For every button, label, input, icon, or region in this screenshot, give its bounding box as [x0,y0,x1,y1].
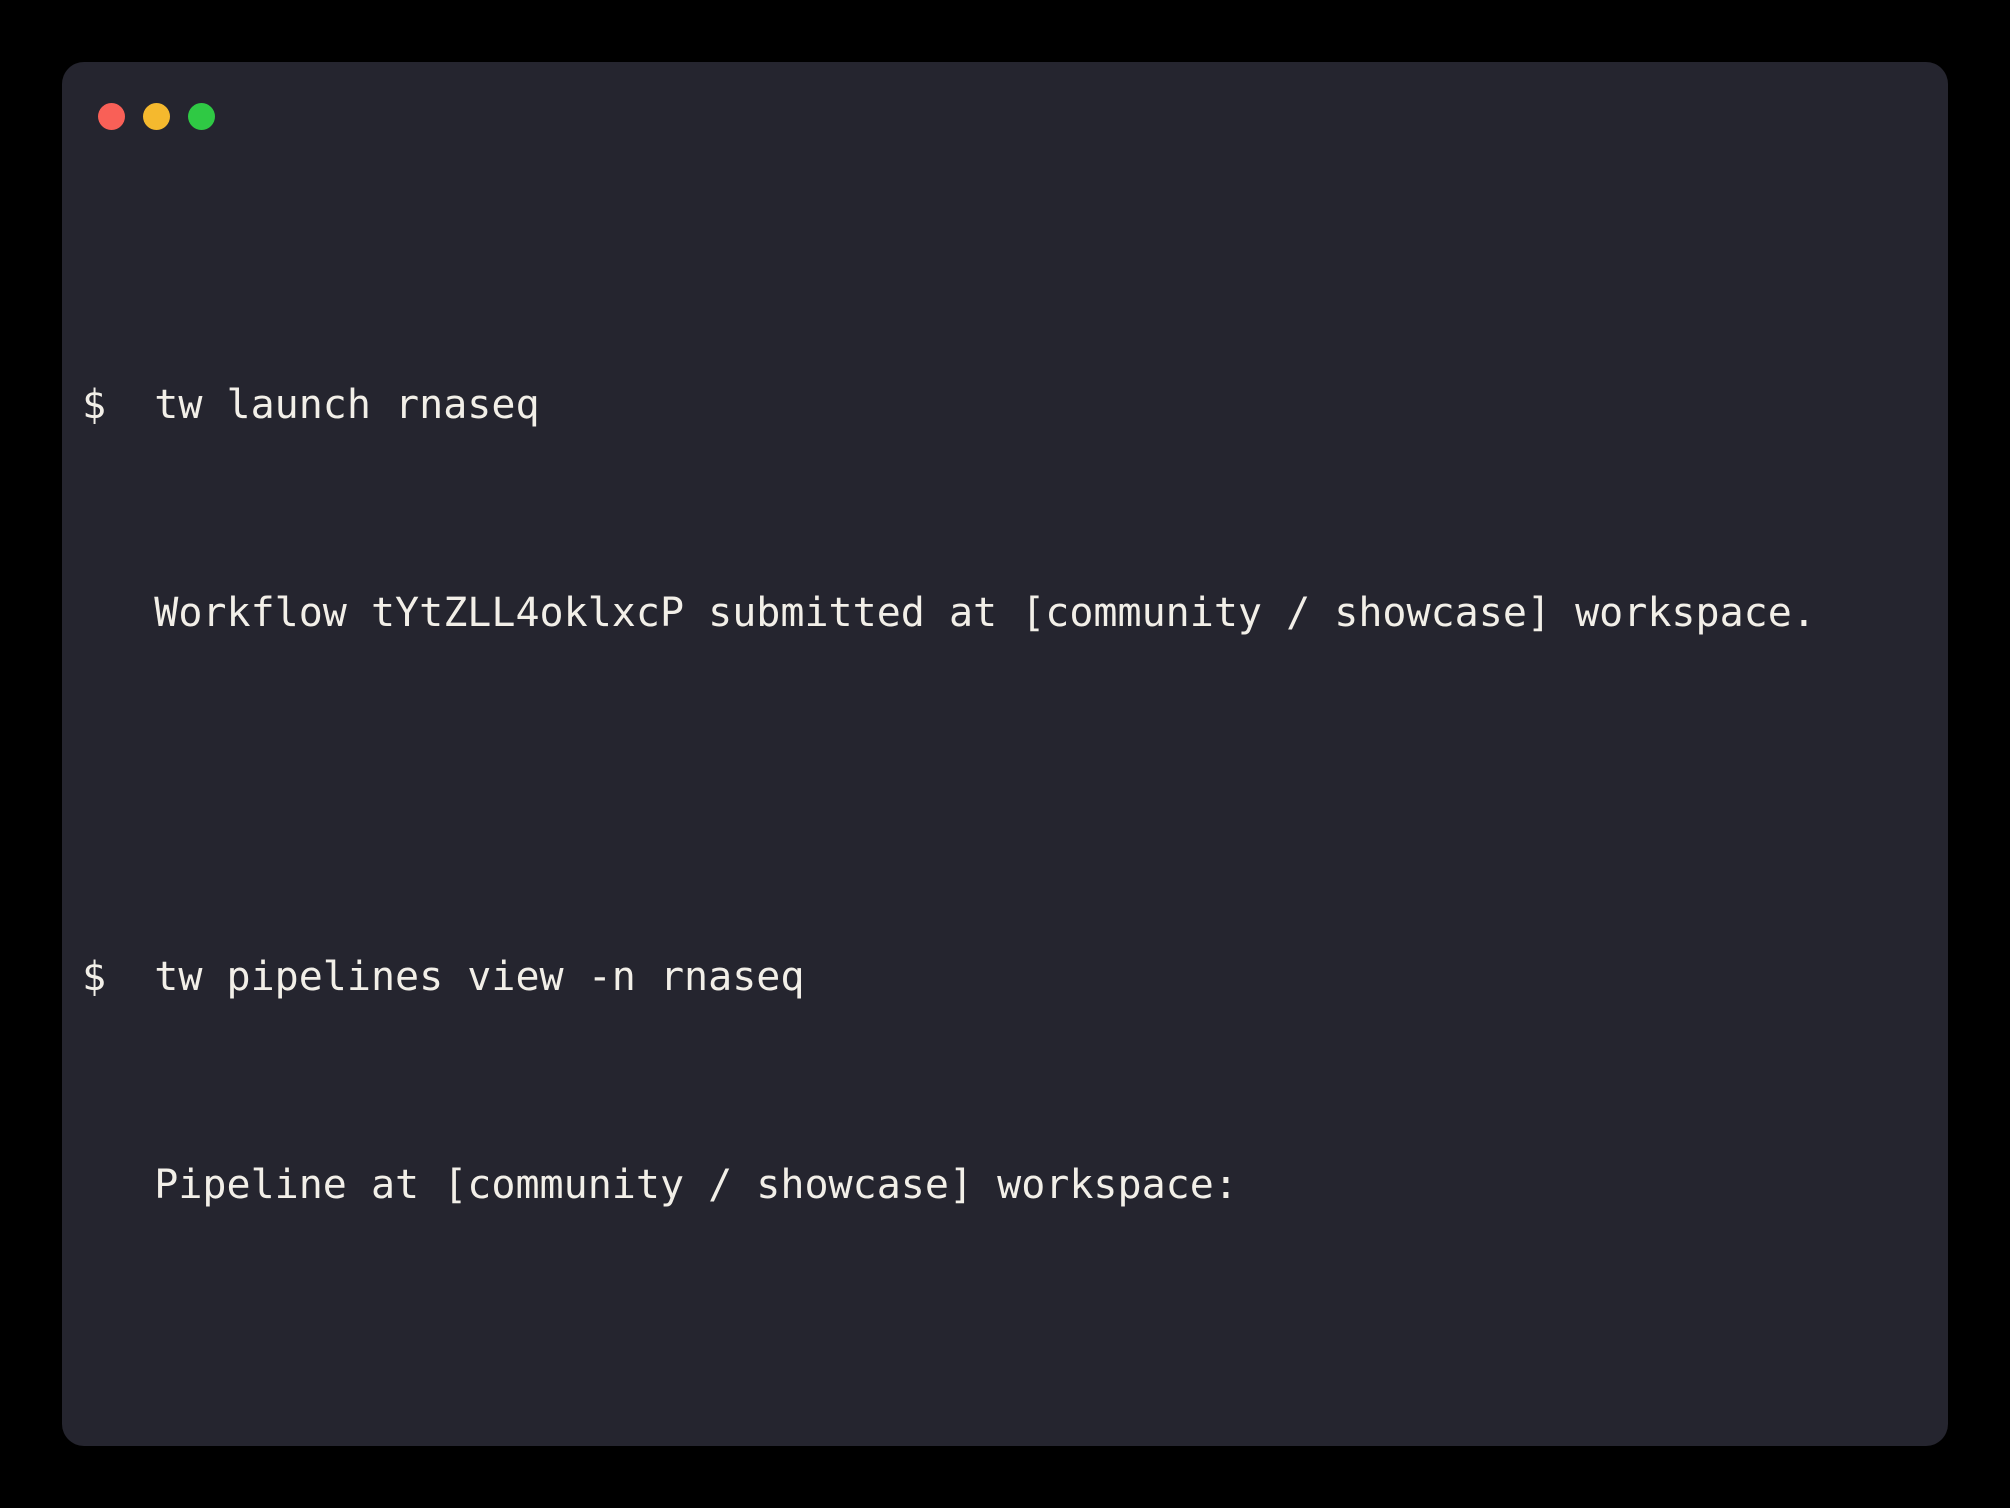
window-controls [98,102,1908,130]
terminal-window: $tw launch rnaseq Workflow tYtZLL4oklxcP… [62,62,1948,1446]
close-button[interactable] [98,103,125,130]
minimize-button[interactable] [143,103,170,130]
output-workflow-submitted: Workflow tYtZLL4oklxcP submitted at [com… [82,587,1908,639]
shell-prompt: $ [82,379,154,431]
page-background: $tw launch rnaseq Workflow tYtZLL4oklxcP… [0,0,2010,1508]
zoom-button[interactable] [188,103,215,130]
command-line-pipelines-view: $tw pipelines view -n rnaseq [82,951,1908,1003]
output-pipeline-workspace: Pipeline at [community / showcase] works… [82,1159,1908,1211]
terminal-body: $tw launch rnaseq Workflow tYtZLL4oklxcP… [82,171,1908,1446]
shell-prompt: $ [82,951,154,1003]
command-text-pipelines-view: tw pipelines view -n rnaseq [154,954,804,1000]
command-line-launch: $tw launch rnaseq [82,379,1908,431]
command-text-launch: tw launch rnaseq [154,382,539,428]
pipeline-details-table: --------------+-------------------------… [82,1419,1908,1446]
